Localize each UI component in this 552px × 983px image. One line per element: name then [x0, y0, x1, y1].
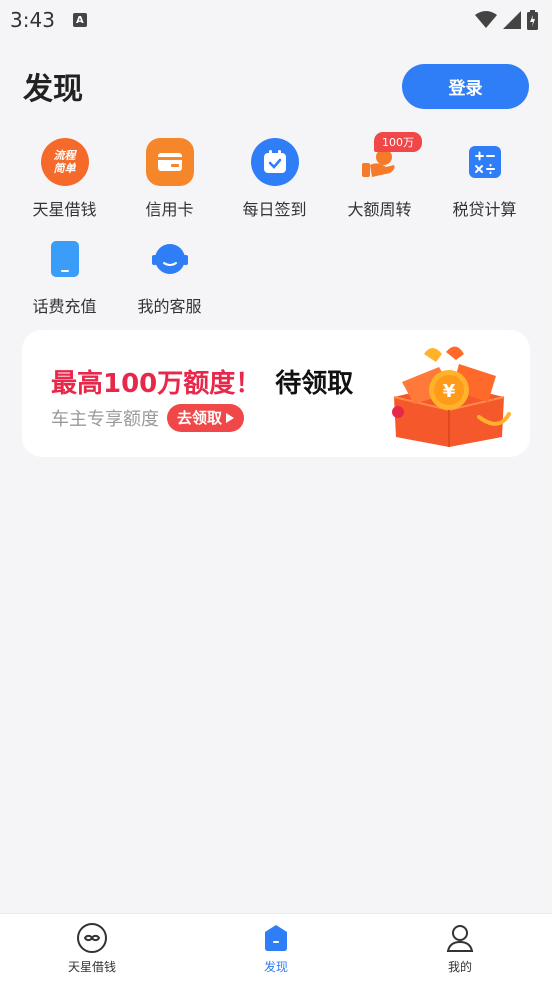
grid-item-phone-recharge[interactable]: 话费充值	[12, 229, 117, 326]
svg-text:¥: ¥	[443, 381, 456, 402]
grid-item-tax-calculator[interactable]: 税贷计算	[432, 132, 537, 229]
card-icon	[145, 138, 194, 186]
calculator-icon	[461, 138, 509, 186]
grid-label: 信用卡	[145, 200, 194, 219]
header: 发现 登录	[0, 40, 552, 132]
banner-title-status: 待领取	[275, 369, 354, 399]
user-icon	[446, 925, 474, 952]
grid-label: 天星借钱	[32, 200, 97, 219]
grid-label: 大额周转	[347, 200, 412, 219]
icon-text-line-1: 流程	[53, 149, 76, 162]
battery-icon	[527, 10, 538, 30]
banner-title-highlight: 最高100万额度！	[51, 369, 262, 399]
grid-item-large-loan[interactable]: 100万 大额周转	[327, 132, 432, 229]
status-time: 3:43	[10, 8, 55, 32]
claim-button[interactable]: 去领取	[167, 404, 245, 432]
wifi-icon	[475, 11, 497, 28]
grid-label: 我的客服	[137, 297, 202, 316]
phone-icon	[41, 235, 89, 283]
banner-subtitle: 车主专享额度	[51, 409, 159, 430]
page-title: 发现	[23, 72, 83, 107]
grid-label: 话费充值	[32, 297, 97, 316]
notification-icon: A	[72, 13, 87, 27]
gift-box-icon: ¥	[392, 346, 511, 447]
grid-item-customer-service[interactable]: 我的客服	[117, 229, 222, 326]
grid-label: 每日签到	[242, 200, 307, 219]
grid-item-daily-checkin[interactable]: 每日签到	[222, 132, 327, 229]
tab-label: 天星借钱	[67, 960, 116, 974]
amount-badge: 100万	[374, 132, 422, 152]
claim-button-label: 去领取	[177, 409, 223, 427]
feature-grid: 流程 简单 天星借钱 信用卡 每日签到 100万 大额周转 税贷计算 话费充值 …	[0, 132, 552, 326]
tab-label: 我的	[447, 960, 472, 974]
grid-item-loan[interactable]: 流程 简单 天星借钱	[12, 132, 117, 229]
discover-icon	[265, 925, 287, 951]
headset-icon	[146, 235, 194, 283]
tab-mine[interactable]: 我的	[368, 914, 552, 983]
banner-title: 最高100万额度！ 待领取	[51, 363, 353, 400]
tab-label: 发现	[263, 960, 288, 974]
grid-label: 税贷计算	[452, 200, 517, 219]
tab-discover[interactable]: 发现	[184, 914, 368, 983]
signal-icon	[503, 11, 521, 29]
banner-subtitle-row: 车主专享额度 去领取	[51, 404, 245, 432]
play-arrow-icon	[226, 412, 235, 423]
calendar-check-icon	[250, 138, 299, 186]
bottom-tab-bar: 天星借钱 发现 我的	[0, 913, 552, 983]
promo-banner[interactable]: 最高100万额度！ 待领取 车主专享额度 去领取 ¥	[22, 330, 530, 457]
link-icon	[77, 923, 107, 953]
process-simple-icon: 流程 简单	[40, 138, 89, 186]
login-button[interactable]: 登录	[402, 63, 529, 109]
icon-text-line-2: 简单	[53, 162, 76, 175]
grid-item-credit-card[interactable]: 信用卡	[117, 132, 222, 229]
status-bar: 3:43 A	[0, 0, 552, 40]
tab-loan[interactable]: 天星借钱	[0, 914, 184, 983]
